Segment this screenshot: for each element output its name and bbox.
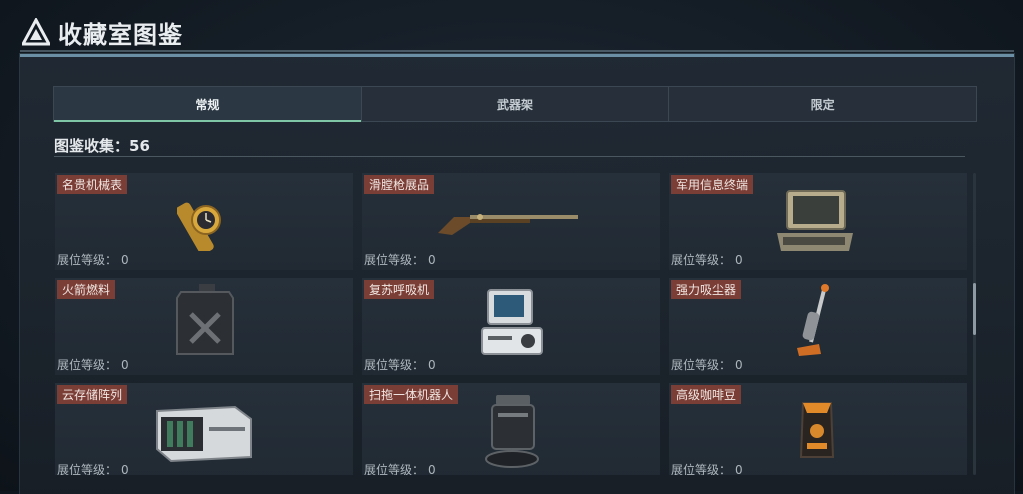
item-name: 名贵机械表	[57, 175, 128, 194]
item-name: 火箭燃料	[57, 280, 116, 299]
military-terminal-icon	[777, 190, 853, 251]
booth-level: 展位等级： 0	[671, 253, 743, 267]
item-name: 云存储阵列	[57, 385, 128, 404]
storage-array-icon	[156, 405, 252, 463]
item-name: 扫拖一体机器人	[364, 385, 459, 404]
item-card[interactable]: 强力吸尘器 展位等级： 0	[669, 278, 967, 375]
tab-limited[interactable]: 限定	[669, 87, 976, 121]
booth-level: 展位等级： 0	[57, 253, 129, 267]
musket-icon	[438, 214, 578, 235]
item-card[interactable]: 复苏呼吸机 展位等级： 0	[362, 278, 660, 375]
coffee-bag-icon	[799, 402, 835, 458]
ventilator-icon	[481, 289, 543, 355]
item-name: 高级咖啡豆	[671, 385, 742, 404]
item-card[interactable]: 名贵机械表 展位等级： 0	[55, 173, 353, 270]
item-card[interactable]: 云存储阵列 展位等级： 0	[55, 383, 353, 475]
window-title-bar: 收藏室图鉴	[22, 14, 183, 50]
item-card[interactable]: 滑膛枪展品 展位等级： 0	[362, 173, 660, 270]
scrollbar-thumb[interactable]	[973, 283, 976, 335]
tab-weapon-rack[interactable]: 武器架	[362, 87, 670, 121]
booth-level: 展位等级： 0	[57, 463, 129, 475]
collection-count: 图鉴收集：56	[54, 137, 150, 155]
triangle-logo-icon	[22, 18, 50, 46]
item-name: 滑膛枪展品	[364, 175, 435, 194]
robot-mop-icon	[485, 395, 539, 468]
booth-level: 展位等级： 0	[671, 463, 743, 475]
booth-level: 展位等级： 0	[57, 358, 129, 372]
gold-watch-icon	[177, 202, 221, 251]
tab-regular[interactable]: 常规	[54, 87, 362, 122]
page-title: 收藏室图鉴	[58, 20, 183, 49]
booth-level: 展位等级： 0	[364, 463, 436, 475]
item-card[interactable]: 高级咖啡豆 展位等级： 0	[669, 383, 967, 475]
collection-panel: 常规 武器架 限定 图鉴收集：56 名贵机械表 展位等级： 0 滑膛枪展品 展位…	[20, 54, 1014, 494]
vacuum-cleaner-icon	[797, 284, 829, 356]
item-name: 强力吸尘器	[671, 280, 742, 299]
item-name: 军用信息终端	[671, 175, 754, 194]
booth-level: 展位等级： 0	[364, 253, 436, 267]
item-name: 复苏呼吸机	[364, 280, 435, 299]
category-tabs: 常规 武器架 限定	[53, 86, 977, 122]
item-grid: 名贵机械表 展位等级： 0 滑膛枪展品 展位等级： 0 军用信息终端 展位等级：…	[55, 173, 967, 475]
item-card[interactable]: 扫拖一体机器人 展位等级： 0	[362, 383, 660, 475]
item-card[interactable]: 军用信息终端 展位等级： 0	[669, 173, 967, 270]
section-divider	[54, 156, 965, 157]
booth-level: 展位等级： 0	[671, 358, 743, 372]
panel-top-divider	[20, 50, 1014, 52]
booth-level: 展位等级： 0	[364, 358, 436, 372]
fuel-canister-icon	[176, 284, 234, 355]
item-card[interactable]: 火箭燃料 展位等级： 0	[55, 278, 353, 375]
